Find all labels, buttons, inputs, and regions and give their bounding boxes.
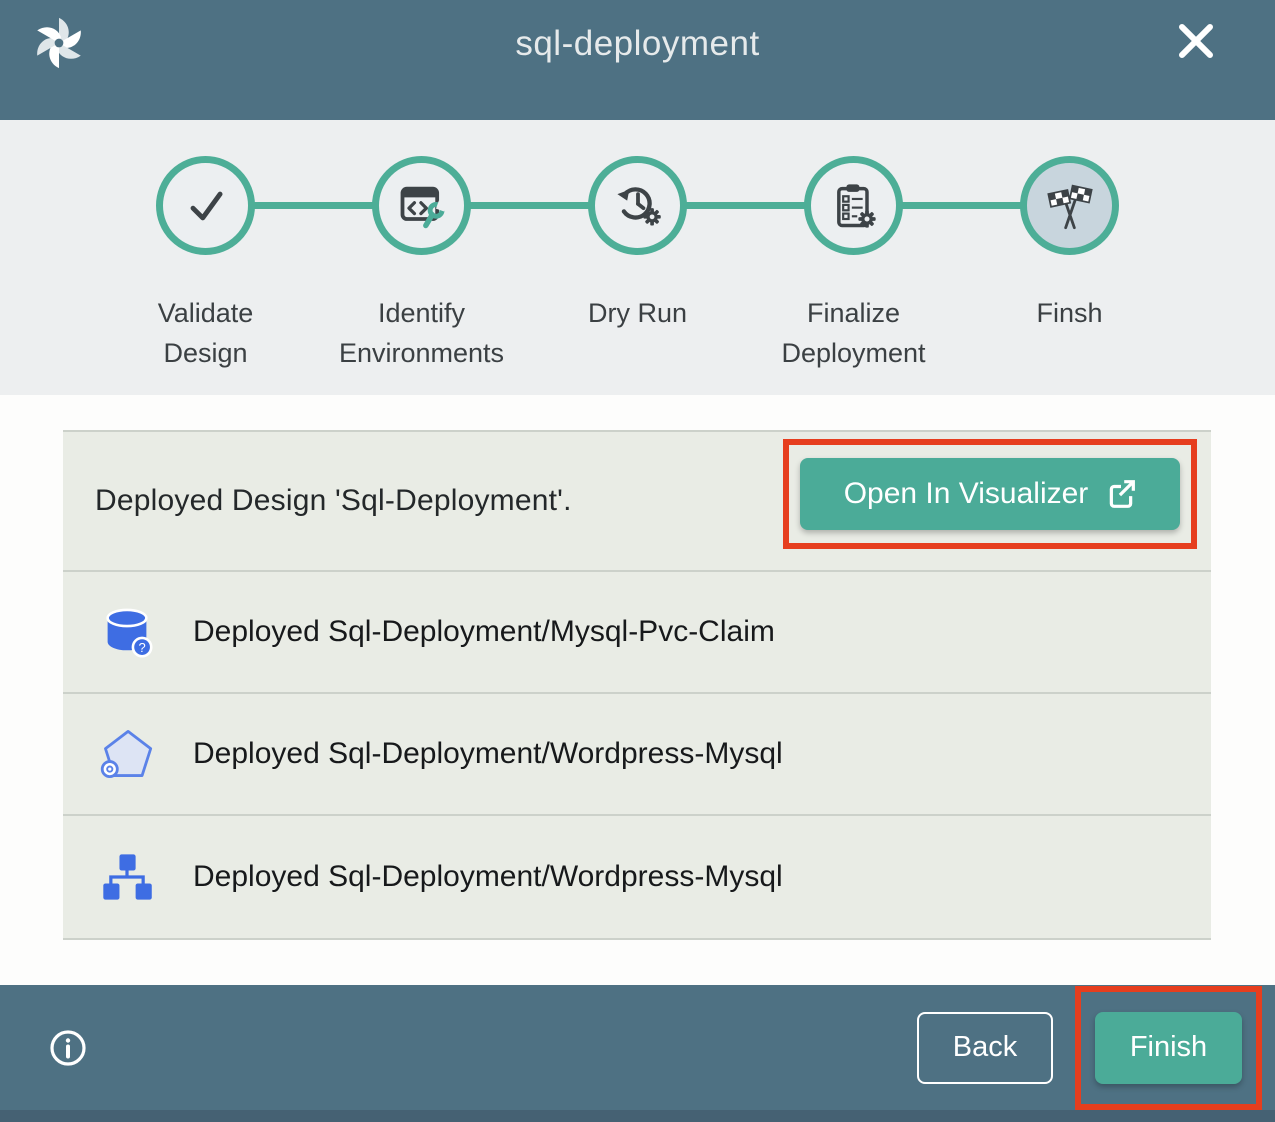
step-dry-run: Dry Run xyxy=(530,156,746,373)
step-identify-environments: Identify Environments xyxy=(314,156,530,373)
step-label: Validate Design xyxy=(158,293,254,373)
info-icon[interactable] xyxy=(48,1028,88,1068)
annotation-highlight-finish: Finish xyxy=(1075,986,1262,1110)
open-in-visualizer-button[interactable]: Open In Visualizer xyxy=(800,458,1180,530)
step-circle-finish[interactable] xyxy=(1020,156,1119,255)
step-circle-validate-design[interactable] xyxy=(156,156,255,255)
modal-footer: Back Finish xyxy=(0,985,1275,1110)
back-button[interactable]: Back xyxy=(917,1012,1053,1084)
finish-button[interactable]: Finish xyxy=(1095,1012,1242,1084)
step-finalize-deployment: Finalize Deployment xyxy=(746,156,962,373)
result-text: Deployed Sql-Deployment/Mysql-Pvc-Claim xyxy=(193,615,775,649)
result-text: Deployed Sql-Deployment/Wordpress-Mysql xyxy=(193,737,783,771)
close-icon[interactable] xyxy=(1175,20,1217,62)
hierarchy-icon xyxy=(99,849,155,905)
finish-flags-icon xyxy=(1044,180,1096,232)
modal-title: sql-deployment xyxy=(0,24,1275,64)
sql-deployment-modal: sql-deployment Validate xyxy=(0,0,1275,1122)
external-link-icon xyxy=(1106,479,1136,509)
step-label: Identify Environments xyxy=(339,293,504,373)
step-finish: Finsh xyxy=(962,156,1178,373)
annotation-highlight-visualizer: Open In Visualizer xyxy=(783,439,1197,549)
step-label: Dry Run xyxy=(588,293,687,333)
check-icon xyxy=(180,180,232,232)
wizard-stepper: Validate Design xyxy=(0,120,1275,395)
bottom-strip xyxy=(0,1110,1275,1122)
result-text: Deployed Sql-Deployment/Wordpress-Mysql xyxy=(193,860,783,894)
result-row-wordpress-mysql-app: Deployed Sql-Deployment/Wordpress-Mysql xyxy=(63,694,1211,816)
deployed-design-row: Deployed Design 'Sql-Deployment'. Open I… xyxy=(63,432,1211,572)
result-row-mysql-pvc-claim: ? Deployed Sql-Deployment/Mysql-Pvc-Clai… xyxy=(63,572,1211,694)
step-label: Finsh xyxy=(1036,293,1102,333)
step-validate-design: Validate Design xyxy=(98,156,314,373)
step-circle-dry-run[interactable] xyxy=(588,156,687,255)
modal-header: sql-deployment xyxy=(0,0,1275,120)
checklist-gear-icon xyxy=(828,180,880,232)
step-label: Finalize Deployment xyxy=(781,293,925,373)
step-circle-identify-environments[interactable] xyxy=(372,156,471,255)
code-wrench-icon xyxy=(396,180,448,232)
pentagon-icon xyxy=(99,726,155,782)
database-icon: ? xyxy=(99,604,155,660)
svg-text:?: ? xyxy=(138,640,145,655)
step-circle-finalize-deployment[interactable] xyxy=(804,156,903,255)
dry-run-icon xyxy=(612,180,664,232)
deployment-results-list: Deployed Design 'Sql-Deployment'. Open I… xyxy=(63,430,1211,940)
result-row-wordpress-mysql-workload: Deployed Sql-Deployment/Wordpress-Mysql xyxy=(63,816,1211,938)
deployed-design-text: Deployed Design 'Sql-Deployment'. xyxy=(95,484,572,518)
